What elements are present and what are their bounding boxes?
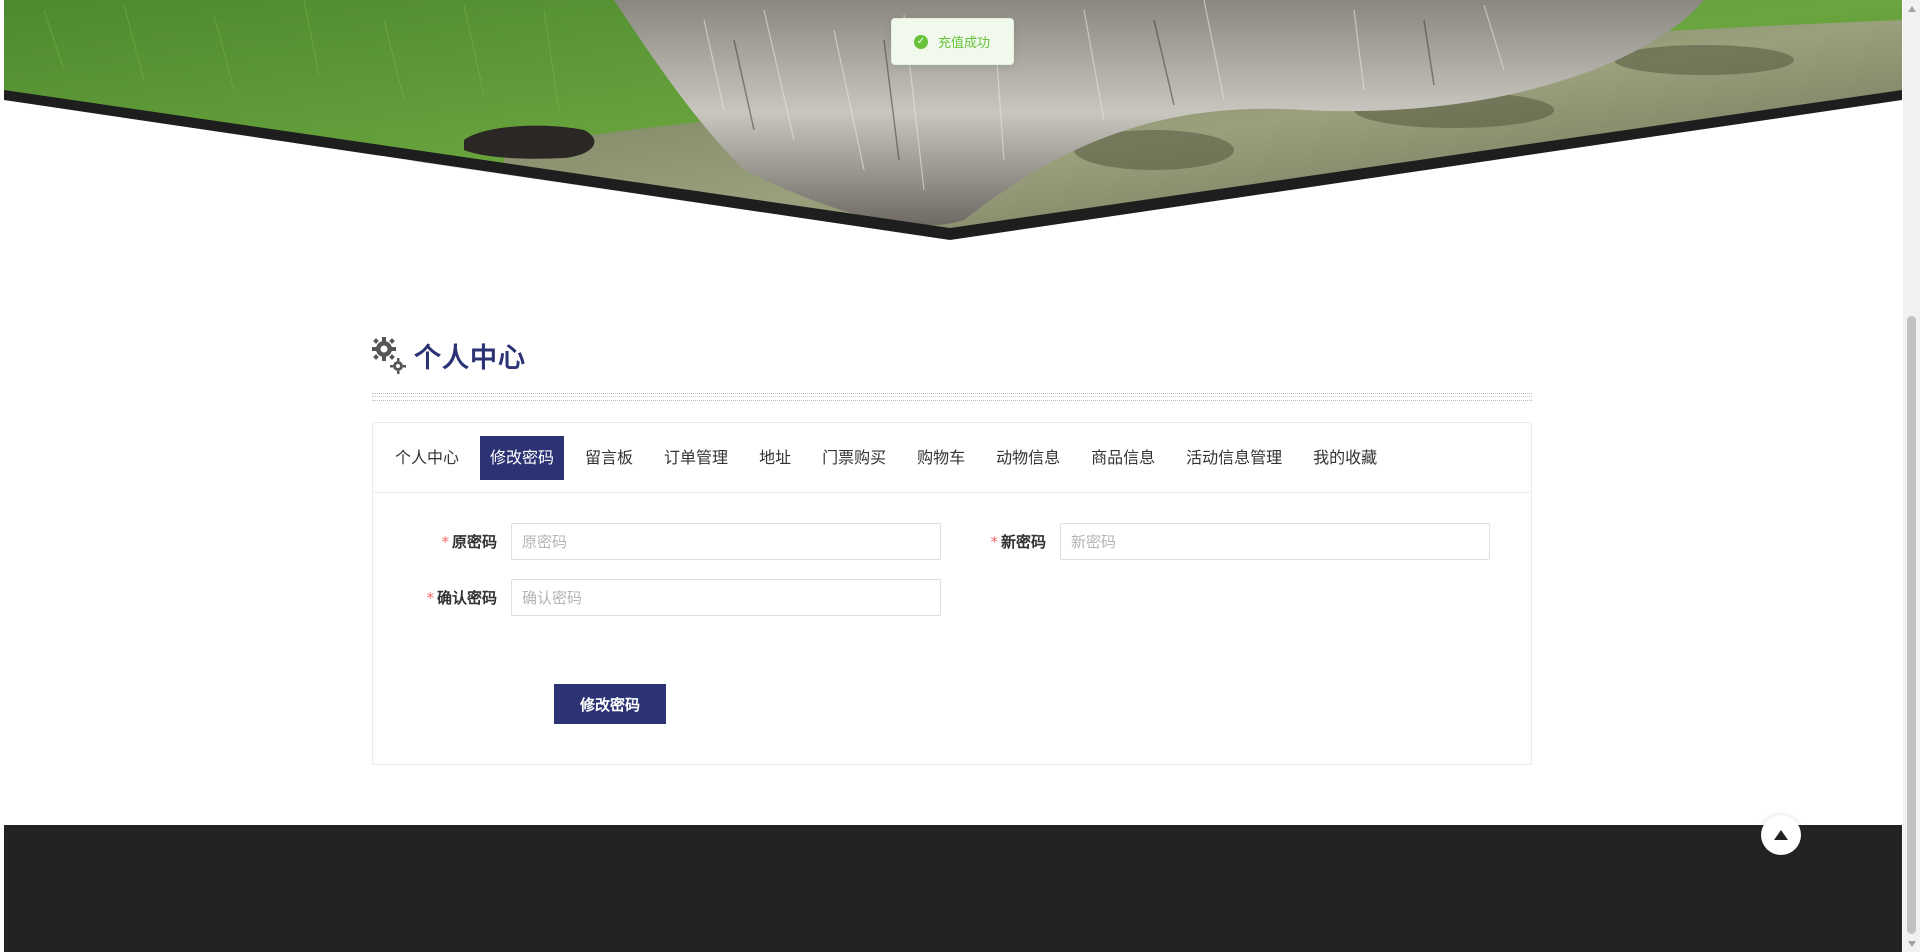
back-to-top-button[interactable] <box>1761 815 1801 855</box>
scroll-down-icon[interactable] <box>1903 935 1920 952</box>
tab-order-management[interactable]: 订单管理 <box>654 436 738 480</box>
page-title: 个人中心 <box>414 342 526 374</box>
confirm-password-label: * 确认密码 <box>373 587 511 608</box>
scroll-thumb[interactable] <box>1907 316 1916 934</box>
toast-message: 充值成功 <box>938 36 991 51</box>
tab-user-center[interactable]: 个人中心 <box>385 436 469 480</box>
new-password-label-text: 新密码 <box>1000 533 1046 551</box>
tab-change-password[interactable]: 修改密码 <box>480 435 565 480</box>
tab-animal-info[interactable]: 动物信息 <box>986 436 1070 480</box>
confirm-password-row: * 确认密码 <box>373 579 941 616</box>
page: ✓ 充值成功 个人中心 个人中心 修改密码 留言板 订单管理 地址 门票购买 购… <box>0 0 1920 952</box>
required-mark: * <box>990 533 998 551</box>
old-password-label-text: 原密码 <box>451 533 497 551</box>
footer <box>4 825 1902 952</box>
tab-product-info[interactable]: 商品信息 <box>1081 436 1165 480</box>
change-password-button[interactable]: 修改密码 <box>554 684 666 724</box>
success-toast: ✓ 充值成功 <box>891 18 1014 65</box>
new-password-input[interactable] <box>1060 523 1490 560</box>
tab-message-board[interactable]: 留言板 <box>575 436 643 480</box>
new-password-label: * 新密码 <box>922 531 1060 552</box>
title-divider <box>372 393 1532 401</box>
tab-shopping-cart[interactable]: 购物车 <box>907 436 975 480</box>
tab-my-favorites[interactable]: 我的收藏 <box>1303 436 1387 480</box>
confirm-password-label-text: 确认密码 <box>436 589 497 607</box>
arrow-up-icon <box>1774 830 1788 840</box>
new-password-row: * 新密码 <box>922 523 1490 560</box>
required-mark: * <box>441 533 449 551</box>
check-circle-icon: ✓ <box>914 34 928 49</box>
old-password-label: * 原密码 <box>373 531 511 552</box>
old-password-row: * 原密码 <box>373 523 941 560</box>
tab-address[interactable]: 地址 <box>749 436 801 480</box>
section-header: 个人中心 <box>372 333 526 377</box>
tab-ticket-purchase[interactable]: 门票购买 <box>812 436 896 480</box>
tab-bar: 个人中心 修改密码 留言板 订单管理 地址 门票购买 购物车 动物信息 商品信息… <box>373 423 1531 493</box>
user-center-panel: 个人中心 修改密码 留言板 订单管理 地址 门票购买 购物车 动物信息 商品信息… <box>372 422 1532 765</box>
scroll-up-icon[interactable] <box>1903 0 1920 17</box>
scrollbar[interactable] <box>1903 0 1920 952</box>
tab-activity-management[interactable]: 活动信息管理 <box>1176 436 1292 480</box>
required-mark: * <box>426 589 434 607</box>
gears-icon <box>372 335 406 375</box>
confirm-password-input[interactable] <box>511 579 941 616</box>
old-password-input[interactable] <box>511 523 941 560</box>
